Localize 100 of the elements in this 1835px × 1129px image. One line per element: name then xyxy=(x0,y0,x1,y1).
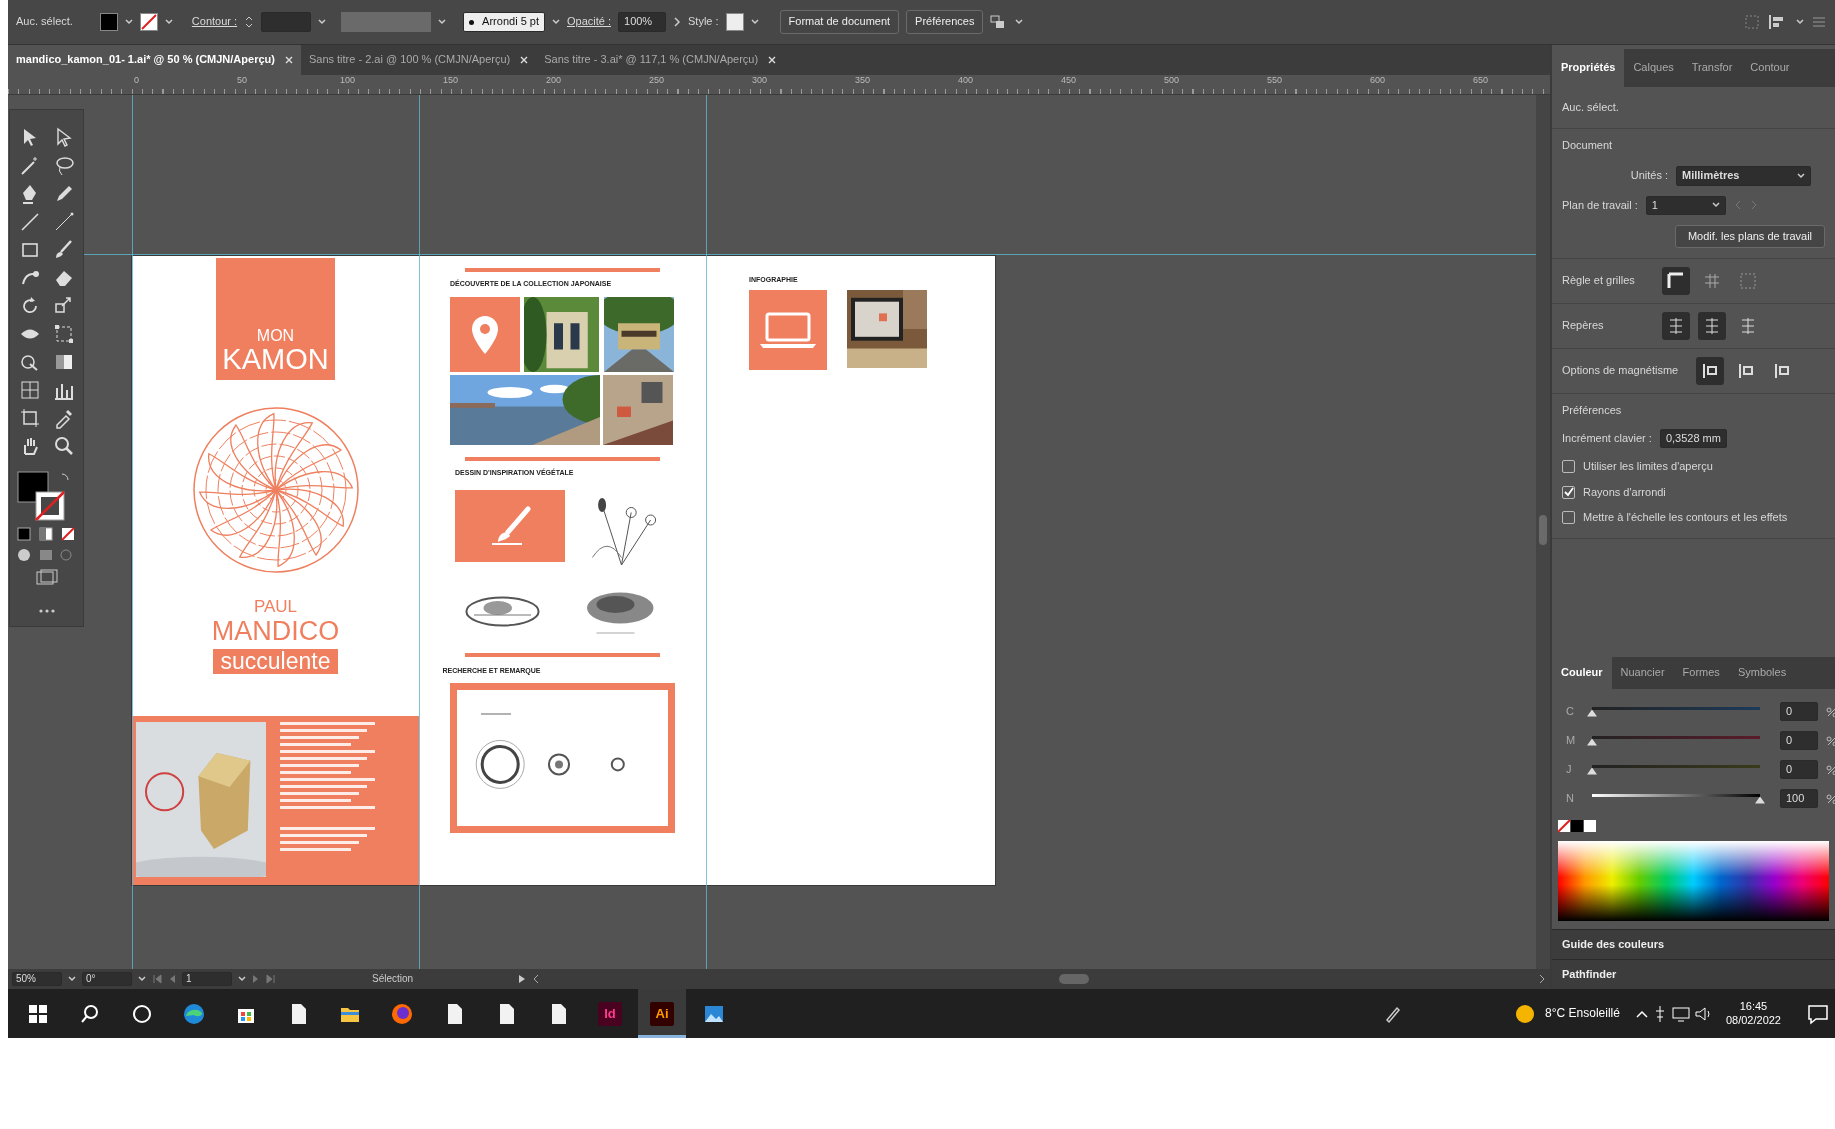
taskbar-app[interactable]: Ai xyxy=(638,989,686,1038)
caret-icon[interactable] xyxy=(238,976,246,982)
section-label: Repères xyxy=(1562,319,1605,333)
caret-icon[interactable] xyxy=(68,976,76,982)
ruler-number: 50 xyxy=(237,75,247,86)
collapsed-panel[interactable]: Pathfinder xyxy=(1552,959,1835,989)
first-page-icon[interactable] xyxy=(152,974,162,984)
caret-icon[interactable] xyxy=(318,19,327,25)
ruler-number: 400 xyxy=(958,75,974,86)
scroll-left-icon[interactable] xyxy=(532,974,540,984)
checkbox[interactable] xyxy=(1562,485,1575,499)
smart-guides-icon[interactable] xyxy=(1698,311,1726,340)
stroke-weight-field[interactable] xyxy=(261,12,312,32)
swatch-row[interactable] xyxy=(1558,819,1598,833)
percent-icon xyxy=(1826,735,1835,746)
percent-icon xyxy=(1826,793,1835,804)
tag-text: succulente xyxy=(212,649,339,675)
fill-swatch[interactable] xyxy=(99,13,118,31)
title-text: MON xyxy=(256,325,295,345)
channel-field[interactable]: 0 xyxy=(1780,701,1818,722)
taskbar-app[interactable]: Id xyxy=(586,989,634,1038)
title-text: KAMON xyxy=(222,345,329,374)
opacity-field[interactable]: 100% xyxy=(618,12,666,32)
section-heading: Document xyxy=(1562,139,1613,152)
color-mode-icon[interactable] xyxy=(16,526,78,542)
style-label: Style : xyxy=(688,15,719,29)
caret-icon[interactable] xyxy=(1711,202,1720,209)
scroll-right-icon[interactable] xyxy=(1538,974,1546,984)
brush-dropdown[interactable]: Arrondi 5 pt xyxy=(463,12,545,32)
artboard-dropdown[interactable]: 1 xyxy=(1645,195,1726,215)
close-icon[interactable] xyxy=(284,56,293,64)
mesh-icon[interactable] xyxy=(18,378,42,402)
channel-label: M xyxy=(1566,733,1577,748)
channel-field[interactable]: 0 xyxy=(1780,730,1818,751)
caret-icon[interactable] xyxy=(1797,172,1805,179)
clock-time: 16:45 xyxy=(1739,1000,1768,1014)
stroke-label: Contour : xyxy=(191,15,238,29)
last-page-icon[interactable] xyxy=(266,974,276,984)
no-stroke-swatch[interactable] xyxy=(139,13,158,31)
document-tab[interactable]: mandico_kamon_01- 1.ai* @ 50 % (CMJN/Aperçu) xyxy=(8,45,301,75)
caret-icon[interactable] xyxy=(138,976,146,982)
ruler-number: 300 xyxy=(752,75,768,86)
style-swatch[interactable] xyxy=(725,13,744,31)
checkbox-label: Utiliser les limites d'aperçu xyxy=(1583,460,1713,474)
checkbox[interactable] xyxy=(1562,460,1575,474)
previous-icon[interactable] xyxy=(168,974,176,984)
guides-icon[interactable] xyxy=(1662,311,1690,340)
close-icon[interactable] xyxy=(768,56,777,64)
transform-icon[interactable] xyxy=(52,322,76,346)
field-label: Plan de travail : xyxy=(1562,198,1638,212)
caret-icon[interactable] xyxy=(124,19,133,25)
name-text: MANDICO xyxy=(211,617,340,648)
notification-icon[interactable] xyxy=(1807,1002,1829,1025)
artboard-field[interactable]: 1 xyxy=(182,972,232,986)
screen-mode-icon[interactable] xyxy=(35,568,59,588)
rotation-field[interactable]: 0° xyxy=(82,972,132,986)
caret-icon[interactable] xyxy=(1015,19,1024,25)
speaker-icon[interactable] xyxy=(1693,1005,1712,1022)
color-spectrum[interactable] xyxy=(1558,841,1829,921)
toolbar-button[interactable]: Préférences xyxy=(906,10,984,34)
collapsed-panel[interactable]: Guide des couleurs xyxy=(1552,929,1835,959)
sun-icon xyxy=(1515,1003,1536,1024)
section-heading: Préférences xyxy=(1562,403,1622,416)
snap-point-icon[interactable] xyxy=(1696,356,1724,385)
next-icon[interactable] xyxy=(252,974,260,984)
edit-artboards-button[interactable]: Modif. les plans de travail xyxy=(1675,224,1825,248)
ruler-number: 100 xyxy=(340,75,356,86)
chevron-icon[interactable] xyxy=(673,17,681,27)
caret-icon[interactable] xyxy=(750,19,759,25)
play-icon[interactable] xyxy=(518,974,526,984)
ruler-icon[interactable] xyxy=(1662,266,1690,295)
checkbox[interactable] xyxy=(1562,510,1575,524)
caret-icon[interactable] xyxy=(438,19,447,25)
units-dropdown[interactable]: Millimètres xyxy=(1676,166,1811,186)
zoom-field[interactable]: 50% xyxy=(12,972,62,986)
caret-icon[interactable] xyxy=(1796,19,1804,25)
artboard-icon[interactable] xyxy=(18,406,42,430)
section-label: Options de magnétisme xyxy=(1562,364,1680,378)
toolbar-button[interactable]: Format de document xyxy=(779,10,900,34)
browser-icon[interactable] xyxy=(390,1001,414,1026)
caret-icon[interactable] xyxy=(552,19,560,25)
browser-icon[interactable] xyxy=(182,1001,206,1026)
channel-field[interactable]: 0 xyxy=(1780,759,1818,780)
profile-field[interactable] xyxy=(341,12,432,32)
panel-tab[interactable]: Couleur xyxy=(1552,657,1612,689)
channel-field[interactable]: 100 xyxy=(1780,788,1818,809)
ruler-number: 250 xyxy=(649,75,665,86)
caret-icon[interactable] xyxy=(164,19,173,25)
channel-label: C xyxy=(1566,704,1575,719)
ruler-number: 150 xyxy=(443,75,459,86)
ruler-number: 350 xyxy=(855,75,871,86)
fill-stroke-swatch[interactable] xyxy=(16,470,72,522)
network-icon[interactable] xyxy=(1671,1005,1690,1022)
close-icon[interactable] xyxy=(520,56,529,64)
panel-tab[interactable]: Propriétés xyxy=(1552,49,1625,87)
name-text: PAUL xyxy=(253,597,298,618)
spinner-icon[interactable] xyxy=(244,14,255,30)
scrollbar[interactable] xyxy=(1536,95,1550,969)
chevron-icon[interactable] xyxy=(1635,1008,1648,1019)
increment-field[interactable]: 0,3528 mm xyxy=(1659,429,1727,449)
